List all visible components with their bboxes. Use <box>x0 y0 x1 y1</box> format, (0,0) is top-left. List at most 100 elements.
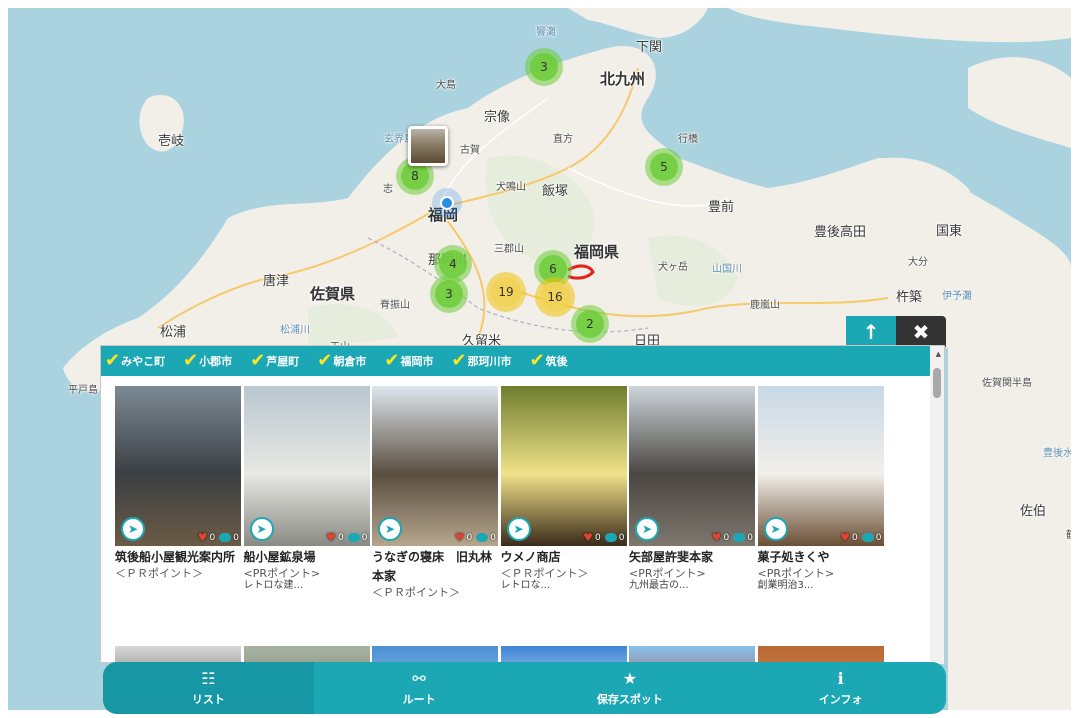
spot-title[interactable]: 菓子処きくや <box>758 548 884 567</box>
cluster-count: 4 <box>439 250 467 278</box>
spot-card[interactable]: ➤ ♥ 0 0 うなぎの寝床 旧丸林本家 ＜ＰＲポイント＞ <box>372 386 498 599</box>
map-place-label: 豊前 <box>708 200 735 215</box>
marker-cluster[interactable]: 3 <box>525 48 563 86</box>
spot-photo[interactable]: ➤ ♥ 0 0 <box>500 386 627 546</box>
filter-bar: ✔ みやこ町 ✔ 小郡市 ✔ 芦屋町 ✔ 朝倉市 ✔ 福岡市 ✔ 那珂川市 ✔ 筑後 <box>101 346 931 376</box>
heart-icon: ♥ <box>711 531 722 544</box>
map-place-label: 松浦 <box>160 325 187 340</box>
navigate-icon[interactable]: ➤ <box>763 517 788 541</box>
nav-star[interactable]: ★ 保存スポット <box>525 662 736 714</box>
area-filter-checkbox[interactable]: ✔ 小郡市 <box>183 352 232 370</box>
area-filter-checkbox[interactable]: ✔ 那珂川市 <box>451 352 511 370</box>
cluster-count: 8 <box>401 162 429 190</box>
spot-photo[interactable]: ➤ ♥ 0 0 <box>757 386 884 546</box>
area-filter-label: 福岡市 <box>400 355 434 368</box>
comment-icon <box>476 533 489 542</box>
navigate-icon[interactable]: ➤ <box>506 517 531 541</box>
spot-pr-label: <PRポイント> <box>629 567 706 580</box>
area-filter-checkbox[interactable]: ✔ 芦屋町 <box>250 352 299 370</box>
area-filter-checkbox[interactable]: ✔ みやこ町 <box>105 352 165 370</box>
spot-stats: ♥ 0 0 <box>840 531 881 544</box>
spot-stats: ♥ 0 0 <box>455 531 496 544</box>
arrow-up-icon[interactable]: ↑ <box>846 316 896 347</box>
spot-description: レトロな... <box>500 580 551 591</box>
map-place-label: 国東 <box>936 224 963 239</box>
spot-title[interactable]: うなぎの寝床 旧丸林本家 <box>372 548 498 586</box>
spot-card[interactable]: ➤ ♥ 0 0 ウメノ商店 ＜ＰＲポイント＞ レトロな... <box>500 386 627 592</box>
spot-title[interactable]: ウメノ商店 <box>501 548 627 567</box>
area-filter-checkbox[interactable]: ✔ 朝倉市 <box>317 352 366 370</box>
comment-count: 0 <box>875 532 882 543</box>
map-place-label: 鶴 <box>1066 526 1071 541</box>
photo-marker[interactable] <box>408 126 448 166</box>
checkmark-icon: ✔ <box>384 350 400 371</box>
spot-photo[interactable]: ➤ ♥ 0 0 <box>629 386 755 546</box>
nav-grid[interactable]: ☷ リスト <box>103 662 314 714</box>
marker-cluster[interactable]: 16 <box>535 277 575 317</box>
scrollbar[interactable]: ▲ <box>930 346 944 664</box>
nav-bicycle[interactable]: ⚯ ルート <box>314 662 525 714</box>
map-place-label: 犬鳴山 <box>496 182 526 193</box>
marker-cluster[interactable]: 2 <box>571 305 609 343</box>
marker-cluster[interactable]: 5 <box>645 148 683 186</box>
cluster-count: 2 <box>576 310 604 338</box>
map-place-label: 福岡県 <box>574 243 620 261</box>
like-count: 0 <box>338 532 344 543</box>
spot-photo[interactable]: ➤ ♥ 0 0 <box>115 386 241 546</box>
checkmark-icon: ✔ <box>250 350 266 371</box>
like-count: 0 <box>723 532 730 543</box>
checkmark-icon: ✔ <box>317 350 333 371</box>
spot-description: レトロな建... <box>243 580 304 591</box>
area-filter-label: 那珂川市 <box>467 355 512 368</box>
comment-count: 0 <box>361 532 368 543</box>
map-place-label: 杵築 <box>896 290 923 305</box>
navigate-icon[interactable]: ➤ <box>121 517 145 541</box>
navigate-icon[interactable]: ➤ <box>378 517 402 541</box>
scroll-thumb[interactable] <box>933 368 941 398</box>
map-place-label: 唐津 <box>263 274 290 289</box>
navigate-icon[interactable]: ➤ <box>249 517 274 541</box>
spot-description: 九州最古の... <box>629 580 689 591</box>
spot-card[interactable]: ➤ ♥ 0 0 船小屋鉱泉場 <PRポイント> レトロな建... <box>243 386 370 592</box>
comment-icon <box>733 533 746 542</box>
spot-card[interactable]: ➤ ♥ 0 0 菓子処きくや <PRポイント> 創業明治3... <box>757 386 884 592</box>
like-count: 0 <box>852 532 858 543</box>
marker-cluster[interactable]: 19 <box>486 272 526 312</box>
navigate-icon[interactable]: ➤ <box>635 517 659 541</box>
map-place-label: 佐伯 <box>1020 504 1047 519</box>
map-place-label: 佐賀県 <box>310 285 356 303</box>
area-filter-checkbox[interactable]: ✔ 福岡市 <box>384 352 433 370</box>
checkmark-icon: ✔ <box>529 350 545 371</box>
spot-title[interactable]: 船小屋鉱泉場 <box>244 548 370 567</box>
scroll-up-icon[interactable]: ▲ <box>936 350 941 358</box>
close-icon[interactable]: ✖ <box>896 316 946 347</box>
comment-count: 0 <box>618 532 625 543</box>
bottom-nav: ☷ リスト ⚯ ルート ★ 保存スポット ℹ インフォ <box>103 662 946 714</box>
area-filter-label: 朝倉市 <box>333 355 367 368</box>
spot-pr-label: ＜ＰＲポイント＞ <box>500 567 589 580</box>
area-filter-label: 小郡市 <box>199 355 233 368</box>
cluster-count: 5 <box>650 153 678 181</box>
like-count: 0 <box>209 532 216 543</box>
nav-info[interactable]: ℹ インフォ <box>735 662 946 714</box>
map-place-label: 平戸島 <box>68 385 98 396</box>
spot-card[interactable]: ➤ ♥ 0 0 筑後船小屋観光案内所 ＜ＰＲポイント＞ <box>115 386 241 580</box>
map-place-label: 鹿嵐山 <box>750 300 780 311</box>
map-place-label: 北九州 <box>600 70 646 88</box>
nav-label: インフォ <box>818 693 863 706</box>
map-place-label: 脊振山 <box>380 300 410 311</box>
spot-photo[interactable]: ➤ ♥ 0 0 <box>372 386 498 546</box>
spot-description: 創業明治3... <box>757 580 814 591</box>
area-filter-checkbox[interactable]: ✔ 筑後 <box>530 352 568 370</box>
panel-tabs: ↑ ✖ <box>846 316 946 347</box>
marker-cluster[interactable]: 3 <box>430 275 468 313</box>
spot-pr-label: ＜ＰＲポイント＞ <box>372 586 460 599</box>
spot-card[interactable]: ➤ ♥ 0 0 矢部屋許斐本家 <PRポイント> 九州最古の... <box>629 386 755 592</box>
heart-icon: ♥ <box>197 531 208 544</box>
checkmark-icon: ✔ <box>183 350 199 371</box>
cluster-count: 19 <box>491 277 521 307</box>
nav-label: ルート <box>402 693 436 706</box>
spot-title[interactable]: 矢部屋許斐本家 <box>629 548 755 567</box>
spot-photo[interactable]: ➤ ♥ 0 0 <box>243 386 370 546</box>
spot-title[interactable]: 筑後船小屋観光案内所 <box>115 548 241 567</box>
